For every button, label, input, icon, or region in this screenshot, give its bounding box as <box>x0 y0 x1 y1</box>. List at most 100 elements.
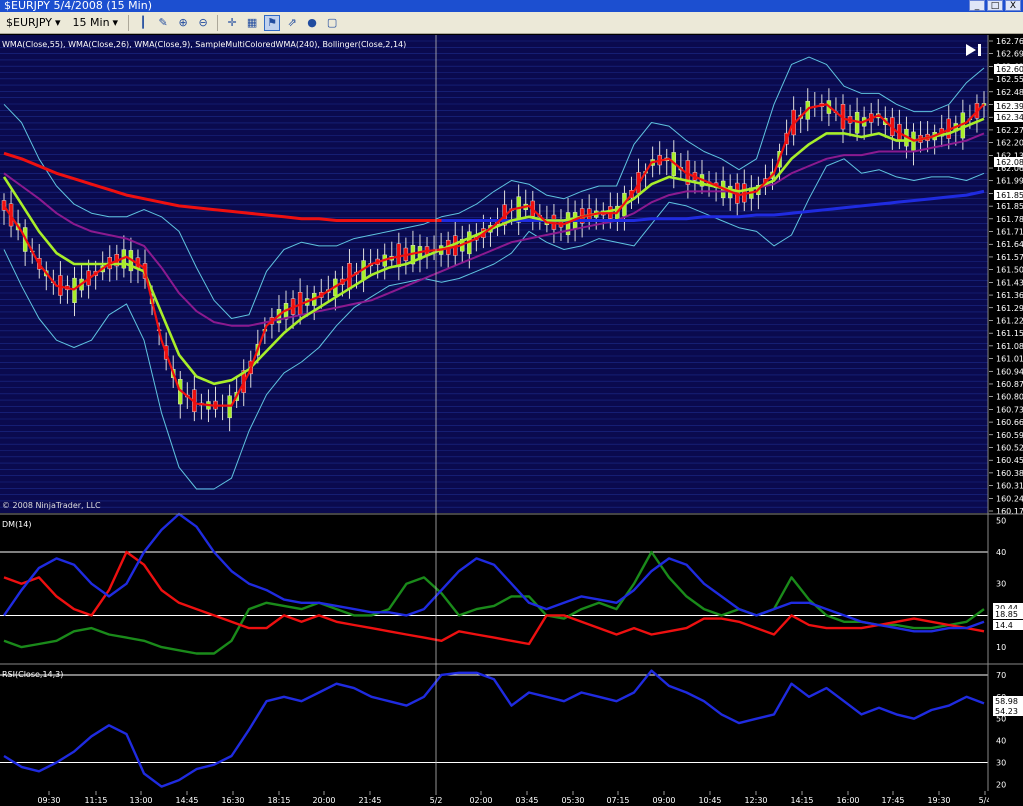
time-axis: 09:30 11:15 13:00 14:45 16:30 18:15 20:00 21:45… <box>0 791 1023 806</box>
price-axis-label: 162.48 <box>996 88 1023 97</box>
price-axis-label: 161.71 <box>996 228 1023 237</box>
rsi-marker-label: 54.23 <box>995 707 1018 716</box>
price-axis-label: 160.73 <box>996 405 1023 414</box>
candle-body <box>227 395 232 419</box>
price-axis-label: 160.24 <box>996 494 1023 503</box>
price-marker-label: 162.08 <box>996 158 1023 167</box>
time-axis-label: 19:30 <box>927 796 950 805</box>
bar-type-icon[interactable]: ┃ <box>135 15 151 31</box>
time-axis-label: 14:15 <box>790 796 813 805</box>
price-marker-label: 161.85 <box>996 191 1023 200</box>
record-icon[interactable]: ● <box>304 15 320 31</box>
window-controls: _ □ X <box>969 0 1021 11</box>
time-axis-label: 11:15 <box>84 796 107 805</box>
time-axis-label: 13:00 <box>129 796 152 805</box>
price-axis-label: 162.27 <box>996 126 1023 135</box>
maximize-button[interactable]: □ <box>987 0 1003 11</box>
time-axis-label: 16:30 <box>221 796 244 805</box>
draw-pen-icon[interactable]: ✎ <box>155 15 171 31</box>
price-axis-label: 160.45 <box>996 456 1023 465</box>
time-axis-label: 17:45 <box>881 796 904 805</box>
rsi-indicator-label: RSI(Close,14,3) <box>2 670 63 679</box>
time-axis-label: 21:45 <box>358 796 381 805</box>
chevron-down-icon: ▾ <box>55 16 61 29</box>
rsi-axis-label: 50 <box>996 715 1006 724</box>
interval-selector[interactable]: 15 Min ▾ <box>69 14 123 32</box>
price-axis-label: 160.17 <box>996 507 1023 516</box>
price-axis-label: 161.08 <box>996 342 1023 351</box>
rsi-axis-label: 30 <box>996 759 1006 768</box>
ninjascript-icon[interactable]: ▢ <box>324 15 340 31</box>
time-axis-label: 5/2 <box>430 796 443 805</box>
window-title-bar: $EURJPY 5/4/2008 (15 Min) _ □ X <box>0 0 1023 12</box>
chart-area[interactable]: WMA(Close,55), WMA(Close,26), WMA(Close,… <box>0 35 1023 806</box>
price-axis-label: 160.94 <box>996 367 1023 376</box>
time-axis-label: 05:30 <box>561 796 584 805</box>
time-axis-background <box>0 791 1023 806</box>
zoom-out-icon[interactable]: ⊖ <box>195 15 211 31</box>
time-axis-label: 09:00 <box>652 796 675 805</box>
dm-axis-label: 40 <box>996 548 1006 557</box>
window-title: $EURJPY 5/4/2008 (15 Min) <box>4 0 152 12</box>
price-axis-label: 160.66 <box>996 418 1023 427</box>
price-axis-label: 161.22 <box>996 316 1023 325</box>
price-marker-label: 162.34 <box>996 113 1023 122</box>
rsi-axis-label: 20 <box>996 780 1006 789</box>
crosshair-icon[interactable]: ✛ <box>224 15 240 31</box>
price-axis-label: 160.38 <box>996 469 1023 478</box>
scroll-to-end-icon <box>978 44 981 56</box>
rsi-panel[interactable]: RSI(Close,14,3) <box>0 664 988 791</box>
price-axis-label: 162.76 <box>996 37 1023 46</box>
time-axis-label: 18:15 <box>267 796 290 805</box>
close-button[interactable]: X <box>1005 0 1021 11</box>
price-panel[interactable]: WMA(Close,55), WMA(Close,26), WMA(Close,… <box>0 35 988 513</box>
rsi-axis-label: 40 <box>996 737 1006 746</box>
strategies-icon[interactable]: ⇗ <box>284 15 300 31</box>
chevron-down-icon: ▾ <box>112 16 119 29</box>
time-axis-label: 10:45 <box>698 796 721 805</box>
price-axis-label: 162.69 <box>996 50 1023 59</box>
chart-toolbar: $EURJPY ▾ 15 Min ▾ ┃ ✎ ⊕ ⊖ ✛ ▦ ⚑ ⇗ ● ▢ <box>0 12 1023 34</box>
price-axis-label: 161.99 <box>996 177 1023 186</box>
dm-axis-label: 10 <box>996 643 1006 652</box>
dm-axis-label: 50 <box>996 516 1006 525</box>
instrument-selector[interactable]: $EURJPY ▾ <box>2 14 65 32</box>
dm-axis-label: 30 <box>996 580 1006 589</box>
time-axis-label: 16:00 <box>836 796 859 805</box>
price-axis-label: 160.31 <box>996 482 1023 491</box>
price-marker-label: 162.39 <box>996 102 1023 111</box>
price-axis-label: 160.59 <box>996 431 1023 440</box>
copyright-label: © 2008 NinjaTrader, LLC <box>2 501 101 510</box>
toolbar-separator <box>128 14 130 31</box>
zoom-in-icon[interactable]: ⊕ <box>175 15 191 31</box>
dm-panel-background <box>0 514 988 663</box>
price-axis-label: 160.87 <box>996 380 1023 389</box>
time-axis-label: 12:30 <box>744 796 767 805</box>
rsi-marker-label: 58.98 <box>995 697 1018 706</box>
time-axis-label: 07:15 <box>606 796 629 805</box>
dm-marker-label: 18.85 <box>995 610 1018 619</box>
price-indicator-label: WMA(Close,55), WMA(Close,26), WMA(Close,… <box>2 40 406 49</box>
price-axis-label: 162.20 <box>996 139 1023 148</box>
price-axis-label: 162.55 <box>996 75 1023 84</box>
toolbar-separator <box>217 14 219 31</box>
price-axis-label: 161.15 <box>996 329 1023 338</box>
price-axis-label: 161.64 <box>996 240 1023 249</box>
instrument-label: $EURJPY <box>6 16 52 29</box>
price-axis-label: 161.01 <box>996 355 1023 364</box>
time-axis-label: 09:30 <box>37 796 60 805</box>
price-axis-label: 160.80 <box>996 393 1023 402</box>
indicators-icon[interactable]: ⚑ <box>264 14 281 31</box>
dm-panel[interactable]: DM(14) <box>0 512 988 663</box>
price-axis-label: 161.78 <box>996 215 1023 224</box>
rsi-panel-background <box>0 664 988 791</box>
time-axis-label: 20:00 <box>312 796 335 805</box>
price-axis-label: 161.57 <box>996 253 1023 262</box>
properties-icon[interactable]: ▦ <box>244 15 260 31</box>
candle-body <box>72 277 77 303</box>
price-axis-label: 161.50 <box>996 266 1023 275</box>
price-marker-label: 162.60 <box>996 65 1023 74</box>
minimize-button[interactable]: _ <box>969 0 985 11</box>
interval-label: 15 Min <box>72 16 110 29</box>
time-axis-label: 03:45 <box>515 796 538 805</box>
